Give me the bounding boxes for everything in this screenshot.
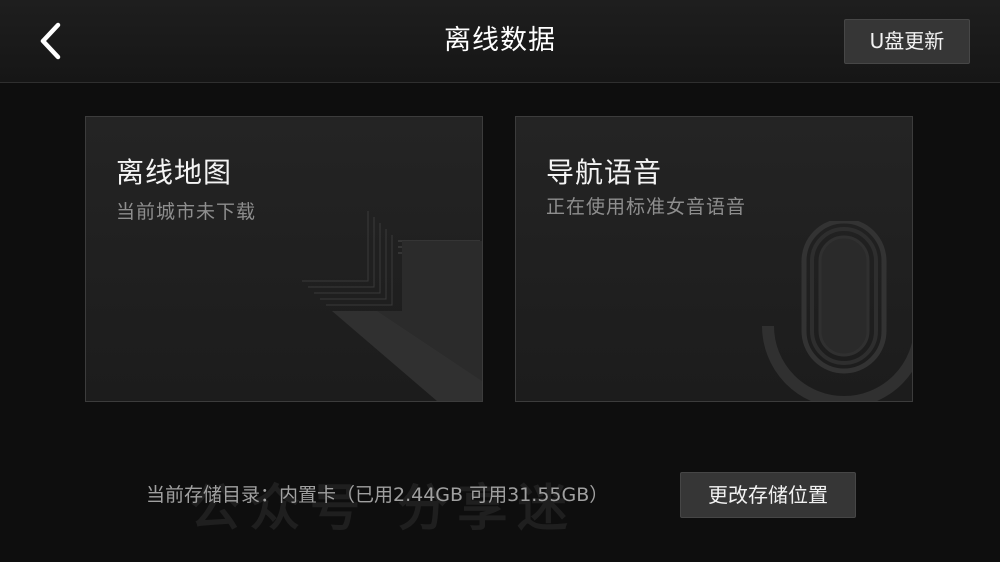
nav-voice-card[interactable]: 导航语音 正在使用标准女音语音 (515, 116, 913, 402)
offline-map-status: 当前城市未下载 (116, 201, 257, 223)
microphone-icon (762, 221, 912, 401)
offline-map-title: 离线地图 (116, 156, 233, 189)
chevron-left-icon (40, 22, 61, 60)
offline-map-card[interactable]: 离线地图 当前城市未下载 (85, 116, 483, 402)
back-button[interactable] (28, 18, 72, 64)
header-bar: 离线数据 U盘更新 (0, 0, 1000, 83)
nav-voice-title: 导航语音 (546, 156, 663, 189)
storage-location-text: 当前存储目录：内置卡（已用2.44GB 可用31.55GB） (146, 484, 609, 506)
offline-data-screen: 离线数据 U盘更新 离线地图 当前城市未下载 导航语音 正在使用标准女音语音 公… (0, 0, 1000, 562)
usb-update-button[interactable]: U盘更新 (844, 19, 970, 64)
nav-voice-status: 正在使用标准女音语音 (546, 196, 747, 218)
storage-row: 当前存储目录：内置卡（已用2.44GB 可用31.55GB） 更改存储位置 (0, 472, 1000, 518)
download-arrow-icon (302, 211, 482, 401)
change-storage-button[interactable]: 更改存储位置 (680, 472, 856, 518)
